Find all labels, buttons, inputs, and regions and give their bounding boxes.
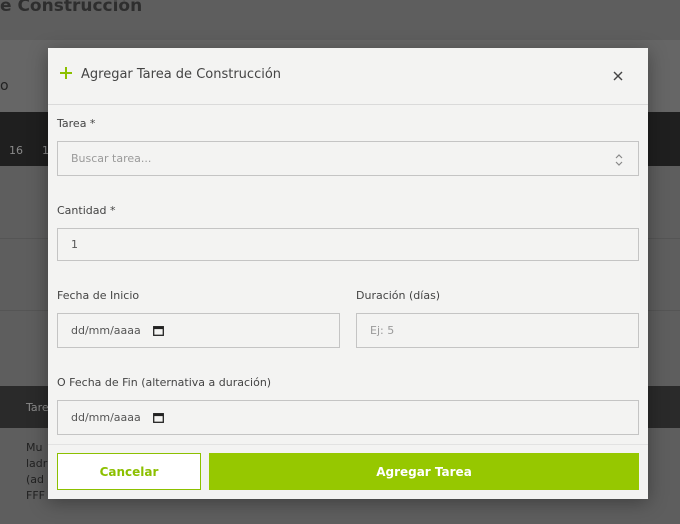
background-day-number: 16 (9, 144, 23, 157)
duracion-input[interactable]: Ej: 5 (356, 313, 639, 348)
fecha-fin-value: dd/mm/aaaa (71, 411, 141, 424)
background-page-title: e Construcción (0, 0, 143, 16)
background-cell-line: Mu (26, 441, 43, 454)
cantidad-label: Cantidad * (57, 204, 116, 217)
tarea-placeholder: Buscar tarea... (71, 152, 152, 165)
cantidad-input[interactable]: 1 (57, 228, 639, 261)
tarea-label: Tarea * (57, 117, 96, 130)
cantidad-value: 1 (71, 238, 78, 251)
add-task-button[interactable]: Agregar Tarea (209, 453, 639, 490)
fecha-fin-input[interactable]: dd/mm/aaaa (57, 400, 639, 435)
background-cell-line: (ad (26, 473, 45, 486)
cancel-button[interactable]: Cancelar (57, 453, 201, 490)
background-fragment: o (0, 78, 9, 94)
close-button[interactable] (608, 66, 628, 86)
modal-title: Agregar Tarea de Construcción (81, 67, 282, 82)
tarea-select[interactable]: Buscar tarea... (57, 141, 639, 176)
calendar-icon[interactable] (152, 412, 164, 423)
background-cell-line: ladr (26, 457, 48, 470)
fecha-inicio-input[interactable]: dd/mm/aaaa (57, 313, 340, 348)
duracion-label: Duración (días) (356, 289, 441, 302)
duracion-placeholder: Ej: 5 (370, 324, 395, 337)
background-table-header-label: Tare (26, 401, 49, 414)
fecha-fin-label: O Fecha de Fin (alternativa a duración) (57, 376, 272, 389)
fecha-inicio-label: Fecha de Inicio (57, 289, 140, 302)
close-icon (613, 71, 623, 81)
modal-footer: Cancelar Agregar Tarea (48, 444, 648, 499)
add-task-modal: Agregar Tarea de Construcción Tarea * Bu… (48, 48, 648, 499)
calendar-icon[interactable] (152, 325, 164, 336)
chevron-up-down-icon (615, 154, 623, 166)
fecha-inicio-value: dd/mm/aaaa (71, 324, 141, 337)
plus-icon (60, 67, 72, 79)
background-cell-line: FFF (26, 489, 45, 502)
modal-header: Agregar Tarea de Construcción (48, 48, 648, 105)
